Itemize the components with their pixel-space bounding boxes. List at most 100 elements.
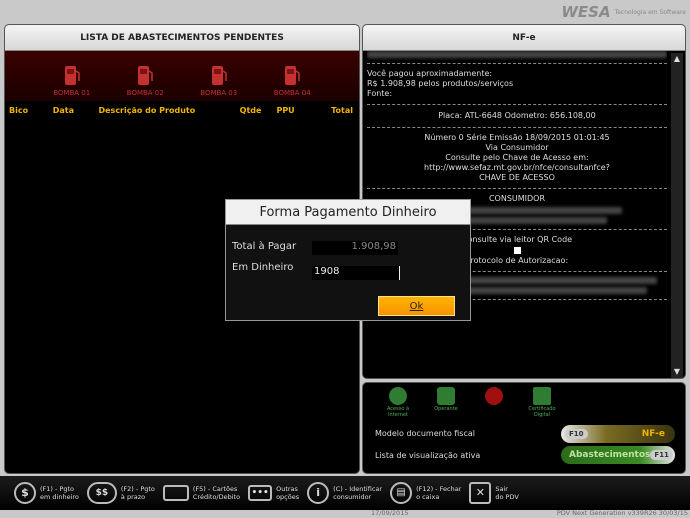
divider <box>367 104 667 105</box>
footer-label: (F12) - Fechar <box>416 485 462 493</box>
footer-label: (C) - Identificar <box>333 485 383 493</box>
internet-icon <box>389 387 407 405</box>
exit-icon: ✕ <box>469 482 492 504</box>
col-total[interactable]: Total <box>331 106 355 115</box>
brand-logo: WESA <box>561 3 611 21</box>
fuel-pump-icon <box>63 63 81 87</box>
dollar-icon: $ <box>14 482 36 504</box>
fuel-pump-icon <box>136 63 154 87</box>
options-panel: Acesso à Internet Operante Certificado D… <box>362 382 686 474</box>
card-icon <box>162 485 189 501</box>
brand: WESA Tecnologia em Software <box>561 2 686 22</box>
register-icon: ▤ <box>390 482 413 504</box>
internet-status[interactable]: Acesso à Internet <box>381 387 415 418</box>
pump-03[interactable]: BOMBA 03 <box>189 63 249 97</box>
table-header: Bico Data Descrição do Produto Qtde PPU … <box>5 101 359 119</box>
pump-label: BOMBA 02 <box>126 89 164 97</box>
nfe-title: NF-e <box>363 25 685 51</box>
pump-label: BOMBA 04 <box>273 89 311 97</box>
f10-key: F10 <box>565 429 588 439</box>
certificate-icon <box>533 387 551 405</box>
footer-label: Sair <box>495 485 508 493</box>
warning-status[interactable] <box>477 387 511 418</box>
identify-consumer-button[interactable]: i (C) - Identificar consumidor <box>307 482 382 504</box>
divider <box>367 188 667 189</box>
total-label: Total à Pagar <box>232 241 297 252</box>
footer-label: (F1) - Pgto <box>40 485 74 493</box>
total-value: 1.908,98 <box>312 241 398 255</box>
model-value: NF-e <box>641 429 665 439</box>
certificate-label: Certificado Digital <box>528 406 556 418</box>
footer-label: em dinheiro <box>40 493 79 501</box>
operating-icon <box>437 387 455 405</box>
pump-01[interactable]: BOMBA 01 <box>42 63 102 97</box>
footer-label: à prazo <box>120 493 146 501</box>
status-icons: Acesso à Internet Operante Certificado D… <box>363 383 685 418</box>
status-date: 17/09/2015 <box>371 509 409 517</box>
receipt-scrollbar[interactable]: ▲ ▼ <box>671 53 683 378</box>
paid-line: Você pagou aproximadamente: <box>367 69 493 78</box>
exit-button[interactable]: ✕ Sair do PDV <box>469 482 519 504</box>
fuel-pump-icon <box>210 63 228 87</box>
view-toggle[interactable]: Abastecimentos F11 <box>561 446 675 464</box>
cash-payment-dialog: Forma Pagamento Dinheiro Total à Pagar 1… <box>225 199 471 321</box>
pump-02[interactable]: BOMBA 02 <box>115 63 175 97</box>
status-bar: 17/09/2015 PDV Next Generation v339R26 3… <box>0 509 690 518</box>
col-ppu[interactable]: PPU <box>276 106 331 115</box>
info-icon: i <box>307 482 330 504</box>
credit-icon: $$ <box>86 482 117 504</box>
col-qtde[interactable]: Qtde <box>240 106 277 115</box>
dialog-title: Forma Pagamento Dinheiro <box>226 200 470 225</box>
footer-label: (F5) - Cartões <box>192 485 238 493</box>
source-line: Fonte: <box>367 89 393 98</box>
via-line: Via Consumidor <box>485 143 549 152</box>
certificate-status[interactable]: Certificado Digital <box>525 387 559 418</box>
issue-line: Número 0 Série Emissão 18/09/2015 01:01:… <box>424 133 610 142</box>
cash-label: Em Dinheiro <box>232 262 294 273</box>
access-key-label: CHAVE DE ACESSO <box>479 173 555 182</box>
pay-credit-button[interactable]: $$ (F2) - Pgto à prazo <box>86 482 155 504</box>
consult-line: Consulte pelo Chave de Acesso em: <box>445 153 589 162</box>
footer-label: do PDV <box>495 493 519 501</box>
brand-tagline: Tecnologia em Software <box>614 8 686 16</box>
footer-label: Outras <box>276 485 298 493</box>
divider <box>367 127 667 128</box>
footer-label: (F2) - Pgto <box>120 485 155 493</box>
footer-toolbar: $ (F1) - Pgto em dinheiro $$ (F2) - Pgto à… <box>0 476 690 510</box>
model-toggle[interactable]: F10 NF-e <box>561 425 675 443</box>
plate-line: Placa: ATL-6648 Odometro: 656.108,00 <box>438 111 596 120</box>
col-descricao[interactable]: Descrição do Produto <box>98 106 239 115</box>
redacted-line <box>367 51 667 58</box>
close-register-button[interactable]: ▤ (F12) - Fechar o caixa <box>390 482 461 504</box>
view-value: Abastecimentos <box>569 450 651 460</box>
pump-strip: BOMBA 01 BOMBA 02 BOMBA 03 BOMBA 04 <box>5 51 359 101</box>
operating-status[interactable]: Operante <box>429 387 463 418</box>
qr-code <box>513 247 521 254</box>
col-data[interactable]: Data <box>53 106 99 115</box>
footer-label: opções <box>276 493 300 501</box>
more-icon: ••• <box>248 485 273 501</box>
warning-icon <box>485 387 503 405</box>
internet-label: Acesso à Internet <box>386 406 410 418</box>
pump-label: BOMBA 03 <box>200 89 238 97</box>
paid-amount-line: R$ 1.908,98 pelos produtos/serviços <box>367 79 514 88</box>
pay-cash-button[interactable]: $ (F1) - Pgto em dinheiro <box>14 482 79 504</box>
ok-button[interactable]: Ok <box>378 296 455 316</box>
cash-input[interactable]: 1908 <box>312 266 400 280</box>
scroll-down-icon[interactable]: ▼ <box>671 366 683 378</box>
pay-card-button[interactable]: (F5) - Cartões Crédito/Debito <box>162 485 241 501</box>
scroll-up-icon[interactable]: ▲ <box>671 53 683 65</box>
operating-label: Operante <box>434 406 458 412</box>
pump-label: BOMBA 01 <box>53 89 91 97</box>
view-label: Lista de visualização ativa <box>375 451 481 460</box>
footer-label: consumidor <box>333 493 372 501</box>
footer-label: o caixa <box>416 493 440 501</box>
footer-label: Crédito/Debito <box>192 493 241 501</box>
status-version: PDV Next Generation v339R26 30/03/15 <box>556 509 688 517</box>
pump-04[interactable]: BOMBA 04 <box>262 63 322 97</box>
fuel-pump-icon <box>283 63 301 87</box>
col-bico[interactable]: Bico <box>9 106 53 115</box>
f11-key: F11 <box>650 450 673 460</box>
more-options-button[interactable]: ••• Outras opções <box>248 485 299 501</box>
consult-url: http://www.sefaz.mt.gov.br/nfce/consulta… <box>424 163 610 172</box>
